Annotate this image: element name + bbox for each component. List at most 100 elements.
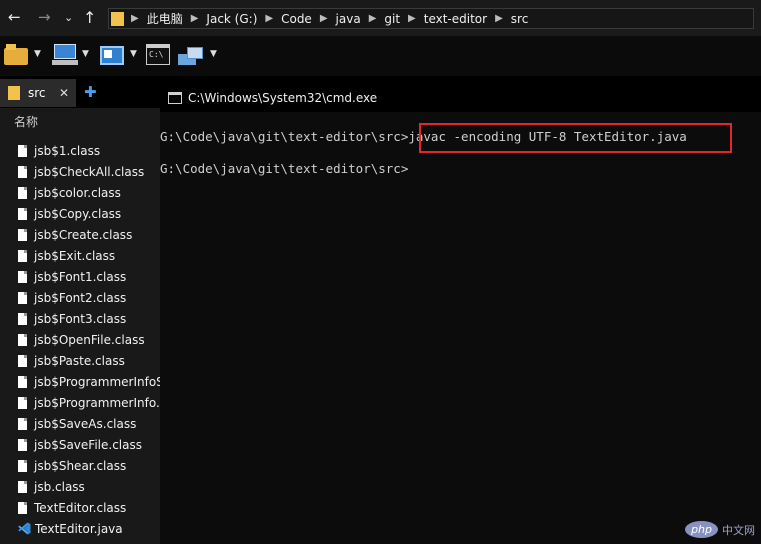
list-item[interactable]: TextEditor.class xyxy=(18,498,126,517)
file-icon xyxy=(18,396,27,409)
file-name: jsb$SaveFile.class xyxy=(34,437,142,452)
console-prompt: G:\Code\java\git\text-editor\src> xyxy=(160,129,409,144)
tab-src[interactable]: src ✕ xyxy=(0,79,76,107)
file-icon xyxy=(18,249,27,262)
list-item[interactable]: jsb.class xyxy=(18,477,85,496)
file-icon xyxy=(18,417,27,430)
watermark-brand: php xyxy=(685,521,718,538)
breadcrumb-separator-icon: ▶ xyxy=(495,13,503,24)
list-item[interactable]: jsb$SaveAs.class xyxy=(18,414,136,433)
new-tab-icon[interactable]: ✚ xyxy=(84,83,97,101)
list-item[interactable]: jsb$ProgrammerInfoS xyxy=(18,372,161,391)
file-name: jsb$Font2.class xyxy=(34,290,127,305)
list-item[interactable]: jsb$CheckAll.class xyxy=(18,162,144,181)
cmd-console[interactable]: G:\Code\java\git\text-editor\src>javac -… xyxy=(160,112,761,544)
recent-chevron-icon[interactable]: ⌄ xyxy=(64,11,73,24)
computer-icon[interactable] xyxy=(52,44,78,66)
breadcrumb-code[interactable]: Code xyxy=(281,12,312,26)
file-name: jsb$Exit.class xyxy=(34,248,116,263)
list-item[interactable]: jsb$1.class xyxy=(18,141,100,160)
file-icon xyxy=(18,144,27,157)
file-name: jsb$SaveAs.class xyxy=(34,416,137,431)
tab-label: src xyxy=(28,86,46,100)
file-name: jsb$color.class xyxy=(34,185,121,200)
watermark-site: 中文网 xyxy=(722,523,755,537)
list-item[interactable]: jsb$Copy.class xyxy=(18,204,121,223)
file-icon xyxy=(18,354,27,367)
file-name: jsb$ProgrammerInfo. xyxy=(34,395,160,410)
list-item[interactable]: jsb$Exit.class xyxy=(18,246,115,265)
breadcrumb-drive[interactable]: Jack (G:) xyxy=(206,12,257,26)
forward-arrow-icon[interactable]: → xyxy=(38,8,51,26)
tab-close-icon[interactable]: ✕ xyxy=(59,86,69,100)
file-icon xyxy=(18,186,27,199)
breadcrumb-separator-icon: ▶ xyxy=(265,13,274,24)
breadcrumb-separator-icon: ▶ xyxy=(131,13,139,24)
file-name: jsb$Copy.class xyxy=(34,206,122,221)
folder-icon xyxy=(8,86,20,100)
address-bar: ← → ⌄ ↑ ▶ 此电脑 ▶ Jack (G:) ▶ Code ▶ java … xyxy=(0,0,761,36)
list-item[interactable]: jsb$Font3.class xyxy=(18,309,126,328)
file-icon xyxy=(18,438,27,451)
file-name: jsb$CheckAll.class xyxy=(34,164,145,179)
list-item[interactable]: jsb$Font2.class xyxy=(18,288,126,307)
list-item[interactable]: TextEditor.java xyxy=(18,519,123,538)
network-icon[interactable] xyxy=(178,44,203,66)
breadcrumb-separator-icon: ▶ xyxy=(408,13,416,24)
breadcrumb-separator-icon: ▶ xyxy=(319,13,328,24)
file-name: jsb.class xyxy=(34,479,85,494)
console-line: G:\Code\java\git\text-editor\src> xyxy=(160,161,408,176)
breadcrumb-text-editor[interactable]: text-editor xyxy=(424,12,487,26)
list-item[interactable]: jsb$Font1.class xyxy=(18,267,126,286)
file-name: jsb$Shear.class xyxy=(34,458,127,473)
breadcrumb-src[interactable]: src xyxy=(511,12,529,26)
command-prompt-icon[interactable]: C:\ xyxy=(146,44,170,66)
file-list: 名称 jsb$1.class jsb$CheckAll.class jsb$co… xyxy=(0,108,161,544)
breadcrumb-separator-icon: ▶ xyxy=(368,13,377,24)
file-icon xyxy=(18,333,27,346)
breadcrumb-java[interactable]: java xyxy=(336,12,361,26)
file-icon xyxy=(18,165,27,178)
file-name: jsb$ProgrammerInfoS xyxy=(34,374,161,389)
list-item[interactable]: jsb$Paste.class xyxy=(18,351,125,370)
window-icon[interactable] xyxy=(100,44,124,66)
folder-icon xyxy=(111,11,124,26)
list-item[interactable]: jsb$OpenFile.class xyxy=(18,330,145,349)
back-arrow-icon[interactable]: ← xyxy=(8,8,21,26)
file-icon xyxy=(18,459,27,472)
file-name: jsb$1.class xyxy=(34,143,101,158)
file-name: jsb$Create.class xyxy=(34,227,133,242)
window-dropdown-icon[interactable]: ▼ xyxy=(130,49,137,59)
file-icon xyxy=(18,501,27,514)
file-icon xyxy=(18,228,27,241)
console-prompt: G:\Code\java\git\text-editor\src> xyxy=(160,161,409,176)
file-icon xyxy=(18,375,27,388)
breadcrumb-git[interactable]: git xyxy=(384,12,400,26)
file-name: jsb$Paste.class xyxy=(34,353,125,368)
list-item[interactable]: jsb$ProgrammerInfo. xyxy=(18,393,160,412)
up-arrow-icon[interactable]: ↑ xyxy=(83,8,96,27)
file-name: jsb$OpenFile.class xyxy=(34,332,145,347)
toolbar: ▼ ▼ ▼ C:\ ▼ xyxy=(0,36,761,76)
computer-dropdown-icon[interactable]: ▼ xyxy=(82,49,89,59)
cmd-title-bar[interactable]: C:\Windows\System32\cmd.exe xyxy=(160,84,761,112)
cmd-title: C:\Windows\System32\cmd.exe xyxy=(188,91,378,105)
file-name: TextEditor.java xyxy=(35,521,123,536)
open-folder-icon[interactable] xyxy=(4,44,28,66)
breadcrumb-this-pc[interactable]: 此电脑 xyxy=(147,10,183,27)
list-item[interactable]: jsb$Create.class xyxy=(18,225,132,244)
highlight-box xyxy=(419,123,732,153)
list-item[interactable]: jsb$color.class xyxy=(18,183,121,202)
vscode-icon xyxy=(18,522,31,535)
list-item[interactable]: jsb$SaveFile.class xyxy=(18,435,142,454)
file-icon xyxy=(18,312,27,325)
breadcrumb-separator-icon: ▶ xyxy=(190,13,199,24)
list-item[interactable]: jsb$Shear.class xyxy=(18,456,126,475)
network-dropdown-icon[interactable]: ▼ xyxy=(210,49,217,59)
cmd-app-icon xyxy=(168,92,182,104)
column-header-name[interactable]: 名称 xyxy=(14,113,38,130)
file-name: jsb$Font1.class xyxy=(34,269,127,284)
open-dropdown-icon[interactable]: ▼ xyxy=(34,49,41,59)
file-icon xyxy=(18,270,27,283)
breadcrumb[interactable]: ▶ 此电脑 ▶ Jack (G:) ▶ Code ▶ java ▶ git ▶ … xyxy=(108,8,754,29)
